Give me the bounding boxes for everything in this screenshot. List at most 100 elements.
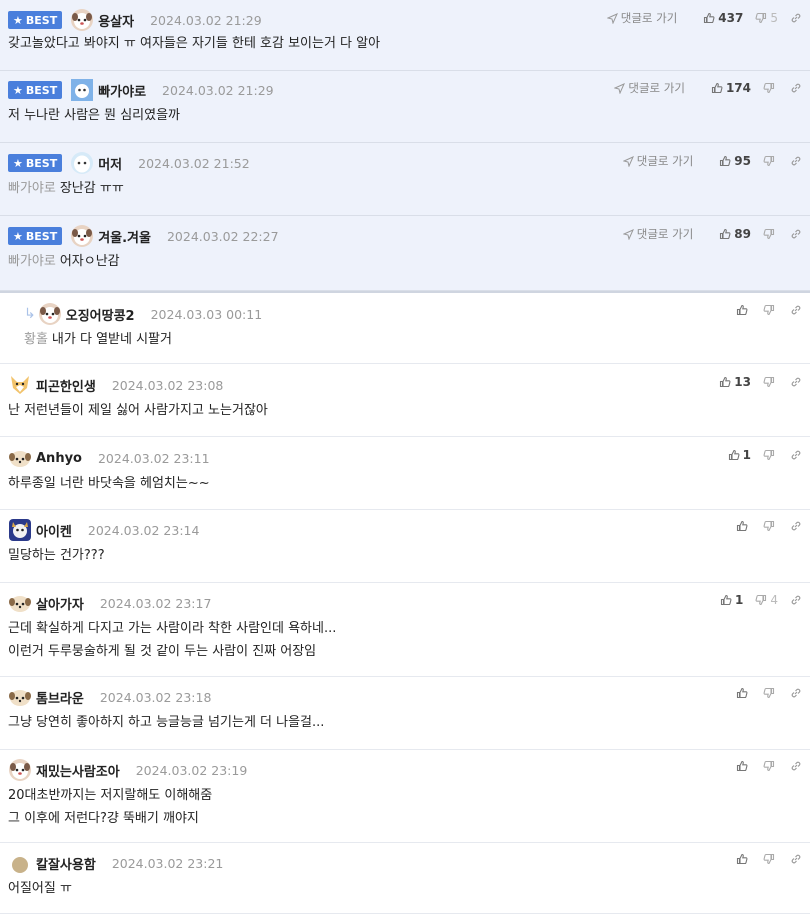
avatar[interactable]	[8, 518, 32, 542]
best-badge: ★ BEST	[8, 81, 63, 99]
nickname[interactable]: Anhyo	[36, 451, 82, 466]
dislike-button[interactable]	[763, 853, 778, 865]
nickname[interactable]: 용살자	[98, 11, 134, 30]
like-button[interactable]	[736, 853, 751, 865]
reply-arrow-icon: ↳	[24, 306, 36, 322]
nickname[interactable]: 칼잘사용함	[36, 854, 96, 873]
mention-nickname[interactable]: 황홀	[24, 332, 48, 347]
dislike-button[interactable]: 4	[755, 593, 778, 607]
goto-comment-link[interactable]: 댓글로 가기	[622, 153, 693, 169]
avatar[interactable]	[38, 302, 62, 326]
dislike-button[interactable]	[763, 687, 778, 699]
avatar[interactable]	[8, 758, 32, 782]
send-icon	[614, 82, 626, 94]
share-link-button[interactable]	[790, 449, 802, 461]
nickname[interactable]: 머저	[98, 154, 122, 173]
comment-item: ↳ 오징어땅콩2 2024.03.03 00:11 황홀 내가 다 열받네 시팔거	[0, 291, 810, 364]
like-button[interactable]	[736, 520, 751, 532]
share-link-button[interactable]	[790, 594, 802, 606]
share-link-button[interactable]	[790, 520, 802, 532]
nickname[interactable]: 피곤한인생	[36, 376, 96, 395]
dislike-button[interactable]	[763, 760, 778, 772]
avatar[interactable]	[70, 224, 94, 248]
share-link-button[interactable]	[790, 853, 802, 865]
comment-line: 빠가야로 어자ㅇ난감	[8, 254, 120, 269]
like-count: 89	[734, 227, 751, 241]
comment-body: 황홀 내가 다 열받네 시팔거	[24, 328, 172, 351]
nickname[interactable]: 빠가야로	[98, 81, 146, 100]
comment-actions: 13	[707, 375, 802, 389]
share-link-button[interactable]	[790, 760, 802, 772]
goto-comment-link[interactable]: 댓글로 가기	[606, 10, 677, 26]
avatar[interactable]	[8, 851, 32, 875]
thumbs-down-icon	[763, 687, 775, 699]
share-link-button[interactable]	[790, 304, 802, 316]
nickname[interactable]: 톰브라운	[36, 688, 84, 707]
avatar[interactable]	[70, 151, 94, 175]
dislike-button[interactable]	[763, 449, 778, 461]
mention-nickname[interactable]: 빠가야로	[8, 181, 56, 196]
avatar[interactable]	[70, 78, 94, 102]
avatar[interactable]	[70, 8, 94, 32]
comment-actions: 댓글로 가기 174	[614, 80, 802, 96]
like-button[interactable]: 1	[728, 448, 751, 462]
thumbs-up-icon	[720, 594, 732, 606]
comment-line: 난 저런년들이 제일 싫어 사람가지고 노는거잖아	[8, 403, 268, 418]
comment-header: ★ BEST 머저 2024.03.02 21:52	[8, 149, 250, 177]
like-button[interactable]: 174	[711, 81, 751, 95]
share-link-button[interactable]	[790, 12, 802, 24]
comment-header: Anhyo 2024.03.02 23:11	[8, 444, 210, 472]
like-button[interactable]: 13	[719, 375, 751, 389]
comment-header: ★ BEST 빠가야로 2024.03.02 21:29	[8, 76, 274, 104]
comment-header: ★ BEST 용살자 2024.03.02 21:29	[8, 6, 262, 34]
comment-date: 2024.03.02 21:29	[150, 12, 262, 28]
dislike-button[interactable]	[763, 155, 778, 167]
avatar[interactable]	[8, 591, 32, 615]
nickname[interactable]: 재밌는사람조아	[36, 761, 120, 780]
avatar[interactable]	[8, 373, 32, 397]
comment-line: 황홀 내가 다 열받네 시팔거	[24, 332, 172, 347]
like-button[interactable]: 1	[720, 593, 743, 607]
like-button[interactable]	[736, 687, 751, 699]
share-link-button[interactable]	[790, 376, 802, 388]
nickname[interactable]: 겨울.겨울	[98, 227, 151, 246]
thumbs-down-icon	[755, 12, 767, 24]
dislike-button[interactable]: 5	[755, 11, 778, 25]
best-badge: ★ BEST	[8, 154, 63, 172]
share-link-button[interactable]	[790, 687, 802, 699]
comment-line: 20대초반까지는 저지랄해도 이해해줌	[8, 788, 213, 803]
share-link-button[interactable]	[790, 82, 802, 94]
avatar[interactable]	[8, 685, 32, 709]
like-button[interactable]	[736, 304, 751, 316]
like-button[interactable]: 437	[703, 11, 743, 25]
avatar[interactable]	[8, 446, 32, 470]
comment-body: 20대초반까지는 저지랄해도 이해해줌 그 이후에 저런다?걍 뚝배기 깨야지	[8, 784, 212, 830]
comment-item: ★ BEST 머저 2024.03.02 21:52 댓글로 가기 95 빠가야로 장난감 ㅠ…	[0, 143, 810, 216]
like-count: 437	[718, 11, 744, 25]
link-icon	[790, 155, 802, 167]
share-link-button[interactable]	[790, 155, 802, 167]
goto-comment-link[interactable]: 댓글로 가기	[614, 80, 685, 96]
share-link-button[interactable]	[790, 228, 802, 240]
dislike-button[interactable]	[763, 376, 778, 388]
link-icon	[790, 853, 802, 865]
dislike-button[interactable]	[763, 228, 778, 240]
nickname[interactable]: 아이켄	[36, 521, 72, 540]
goto-comment-link[interactable]: 댓글로 가기	[622, 226, 693, 242]
comment-header: 톰브라운 2024.03.02 23:18	[8, 683, 211, 711]
comment-actions	[724, 687, 802, 699]
nickname[interactable]: 오징어땅콩2	[66, 305, 135, 324]
like-button[interactable]: 89	[719, 227, 751, 241]
dislike-button[interactable]	[763, 82, 778, 94]
star-icon: ★	[13, 156, 23, 170]
mention-nickname[interactable]: 빠가야로	[8, 254, 56, 269]
nickname[interactable]: 살아가자	[36, 594, 84, 613]
comment-body: 근데 확실하게 다지고 가는 사람이라 착한 사람인데 욕하네... 이런거 두루…	[8, 617, 336, 663]
dislike-button[interactable]	[763, 304, 778, 316]
link-icon	[790, 228, 802, 240]
dislike-button[interactable]	[763, 520, 778, 532]
dislike-count: 5	[770, 11, 778, 25]
like-button[interactable]	[736, 760, 751, 772]
like-button[interactable]: 95	[719, 154, 751, 168]
thumbs-up-icon	[736, 760, 748, 772]
